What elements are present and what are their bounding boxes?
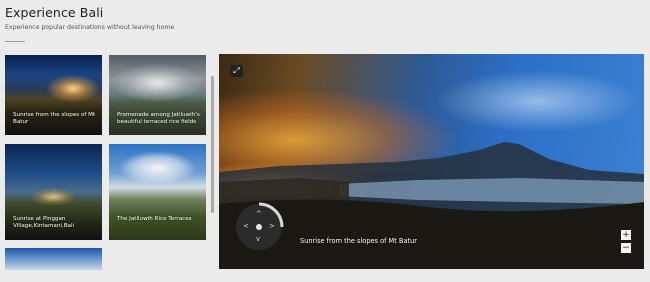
thumbnail-caption: Promenade among Jatiluwih's beautiful te…	[117, 112, 200, 125]
thumbnail-pinggan-sunrise[interactable]: Sunrise at Pinggan Village,Kintamani,Bal…	[5, 144, 102, 240]
page-subtitle: Experience popular destinations without …	[5, 24, 175, 31]
pan-right-icon[interactable]: >	[269, 223, 275, 230]
expand-icon[interactable]: ⤢	[230, 65, 243, 77]
thumbnail-partial[interactable]	[5, 248, 102, 270]
thumbnail-gallery: Sunrise from the slopes of Mt Batur Prom…	[5, 55, 207, 270]
thumbnail-mt-batur-sunrise[interactable]: Sunrise from the slopes of Mt Batur	[5, 55, 102, 135]
thumbnail-caption: The Jatiluwih Rice Terraces	[117, 216, 192, 222]
thumbnail-caption: Sunrise from the slopes of Mt Batur	[13, 112, 96, 125]
pan-center-icon[interactable]	[256, 224, 262, 230]
title-divider	[5, 41, 25, 42]
gallery-scrollbar[interactable]	[211, 76, 214, 213]
pan-up-icon[interactable]: ^	[256, 211, 262, 218]
viewer-caption: Sunrise from the slopes of Mt Batur	[300, 237, 417, 245]
zoom-out-button[interactable]: −	[621, 243, 631, 253]
page-header: Experience Bali Experience popular desti…	[5, 5, 174, 31]
panorama-viewer[interactable]: ⤢ ^ < > v Sunrise from the slopes of Mt …	[219, 54, 644, 269]
thumbnail-caption: Sunrise at Pinggan Village,Kintamani,Bal…	[13, 216, 75, 229]
pan-down-icon[interactable]: v	[256, 236, 260, 243]
thumbnail-jatiluwih-terraces[interactable]: The Jatiluwih Rice Terraces	[109, 144, 206, 240]
thumbnail-jatiluwih-promenade[interactable]: Promenade among Jatiluwih's beautiful te…	[109, 55, 206, 135]
zoom-in-button[interactable]: +	[621, 230, 631, 240]
pan-navigation-control[interactable]: ^ < > v	[236, 202, 284, 250]
page-title: Experience Bali	[5, 5, 104, 20]
pan-left-icon[interactable]: <	[243, 223, 249, 230]
